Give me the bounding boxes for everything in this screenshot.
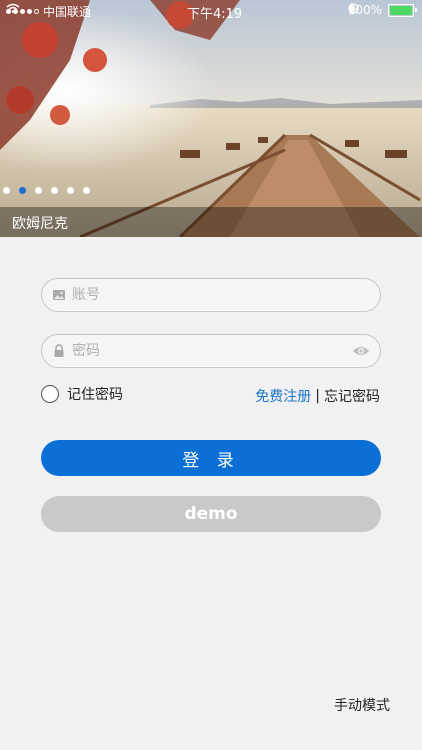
carousel-dot[interactable] <box>83 187 90 194</box>
account-input[interactable] <box>72 279 342 311</box>
carousel-dot[interactable] <box>35 187 42 194</box>
account-links: 免费注册 | 忘记密码 <box>255 386 380 406</box>
remember-password[interactable]: 记住密码 <box>41 384 123 404</box>
status-left: 中国联通 <box>6 3 91 20</box>
password-field[interactable] <box>41 334 381 368</box>
eye-icon[interactable] <box>352 345 370 357</box>
status-time: 下午4:19 <box>187 7 243 22</box>
battery-tip <box>415 7 417 12</box>
register-link[interactable]: 免费注册 <box>255 386 311 406</box>
banner-caption-bar: 欧姆尼克 <box>0 207 422 237</box>
remember-checkbox[interactable] <box>41 385 59 403</box>
carrier-name: 中国联通 <box>43 5 92 19</box>
forgot-password-link[interactable]: 忘记密码 <box>324 386 380 406</box>
banner-image <box>0 0 422 237</box>
battery-icon <box>388 3 417 17</box>
link-separator: | <box>315 388 320 404</box>
account-field[interactable] <box>41 278 381 312</box>
carousel-dot[interactable] <box>3 187 10 194</box>
remember-label: 记住密码 <box>67 387 123 403</box>
wifi-icon <box>6 3 20 13</box>
login-button[interactable]: 登 录 <box>41 440 381 476</box>
password-input[interactable] <box>72 335 342 367</box>
status-right: 100% <box>347 3 417 17</box>
carousel-indicator[interactable] <box>3 187 90 194</box>
carousel-dot[interactable] <box>51 187 58 194</box>
lock-icon <box>54 344 64 357</box>
status-bar: 中国联通 下午4:19 100% <box>0 0 422 22</box>
demo-button[interactable]: demo <box>41 496 381 532</box>
manual-mode-link[interactable]: 手动模式 <box>334 695 390 715</box>
battery-fill <box>390 5 412 15</box>
banner-caption: 欧姆尼克 <box>12 216 68 232</box>
carousel-dot-active[interactable] <box>19 187 26 194</box>
banner-carousel[interactable]: 中国联通 下午4:19 100% 欧姆尼克 <box>0 0 422 237</box>
charging-icon <box>347 3 354 13</box>
carousel-dot[interactable] <box>67 187 74 194</box>
image-icon <box>53 290 65 300</box>
